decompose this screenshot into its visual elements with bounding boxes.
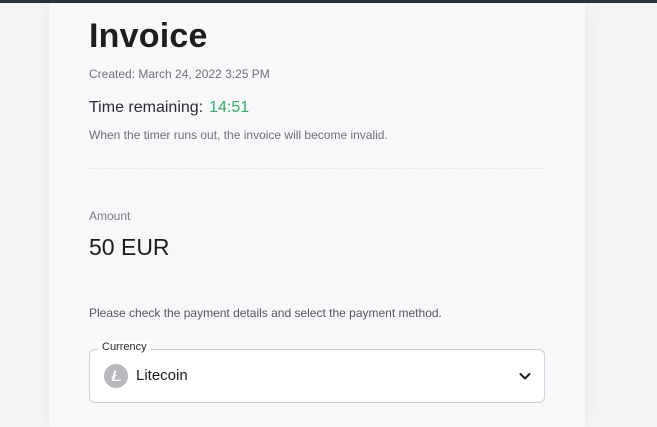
chevron-down-icon[interactable] bbox=[518, 369, 532, 383]
timer-note: When the timer runs out, the invoice wil… bbox=[89, 128, 388, 142]
selected-currency: Litecoin bbox=[136, 367, 188, 384]
page-title: Invoice bbox=[89, 17, 208, 55]
invoice-card: Invoice Created: March 24, 2022 3:25 PM … bbox=[49, 3, 585, 427]
time-remaining-row: Time remaining: 14:51 bbox=[89, 99, 249, 117]
currency-select[interactable]: Currency Litecoin bbox=[89, 341, 545, 403]
created-timestamp: Created: March 24, 2022 3:25 PM bbox=[89, 67, 270, 81]
amount-value: 50 EUR bbox=[89, 234, 170, 260]
amount-label: Amount bbox=[89, 209, 131, 223]
time-remaining-value: 14:51 bbox=[209, 99, 250, 116]
payment-instructions: Please check the payment details and sel… bbox=[89, 306, 442, 320]
litecoin-icon bbox=[104, 364, 128, 388]
divider bbox=[89, 168, 545, 169]
time-remaining-label: Time remaining: bbox=[89, 99, 204, 116]
currency-label: Currency bbox=[98, 341, 151, 353]
